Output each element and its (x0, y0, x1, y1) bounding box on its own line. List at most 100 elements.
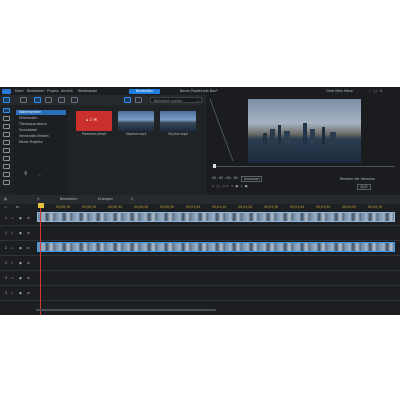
create-tab[interactable]: Erzeugen (98, 197, 113, 201)
visibility-icon[interactable]: ◉ (19, 246, 22, 250)
menu-file[interactable]: Datei (15, 89, 24, 93)
storyboard-icon[interactable]: ⎘ (131, 197, 134, 201)
category-item[interactable]: Meine Projekte (16, 140, 66, 145)
fit-dropdown[interactable]: Anpassen (241, 176, 263, 182)
visibility-icon[interactable]: ◉ (19, 231, 22, 235)
premium-icons: ⌂ ♪ ✉ (86, 117, 97, 122)
ruler-tick: 00;01;10 (212, 205, 227, 209)
lock-icon[interactable]: ⊡ (27, 261, 30, 265)
track-row: 2 ♪ ◉ ⊡ (0, 256, 400, 271)
tag-icon[interactable]: ⚲ (24, 172, 28, 177)
lock-icon[interactable]: ⊡ (27, 246, 30, 250)
tag-menu-icon[interactable]: ⋯ (38, 173, 41, 177)
filter-button[interactable] (58, 97, 65, 103)
track-number: 1 (5, 231, 8, 235)
track-settings-icon[interactable]: ⊟ (16, 205, 19, 209)
search-icon[interactable]: ⌕ (197, 99, 199, 103)
timeline-view-icon[interactable]: ▤ (4, 197, 7, 201)
menu-view[interactable]: Ansicht (61, 89, 73, 93)
media-thumbnail[interactable] (160, 111, 196, 131)
track-menu-icon[interactable]: ▭ (4, 205, 7, 209)
ruler-tick: 00;02;00 (342, 205, 357, 209)
view-list-button[interactable] (45, 97, 52, 103)
timeline-playhead[interactable] (40, 204, 41, 315)
close-icon[interactable]: ✕ (380, 89, 383, 93)
quality-dropdown[interactable]: 2D/3 (357, 184, 371, 190)
module-icon-column (0, 105, 14, 195)
video-clip[interactable] (37, 212, 395, 222)
preview-scrubber[interactable] (212, 166, 395, 168)
library-search-input[interactable]: Bibliothek suchen ⌕ (150, 97, 202, 103)
visibility-icon[interactable]: ◉ (19, 291, 22, 295)
video-track-icon[interactable]: ▭ (11, 216, 14, 220)
view-grid-button[interactable] (34, 97, 41, 103)
video-track-icon[interactable]: ▭ (11, 276, 14, 280)
menu-edit[interactable]: Bearbeiten (27, 89, 45, 93)
color-correction-icon[interactable] (3, 164, 10, 169)
transition-room-icon[interactable] (3, 132, 10, 137)
lock-icon[interactable]: ⊡ (27, 291, 30, 295)
particle-room-icon[interactable] (3, 148, 10, 153)
premium-content-thumbnail[interactable]: ⌂ ♪ ✉ (76, 111, 112, 131)
edit-tab[interactable]: Bearbeiten (60, 197, 78, 201)
render-preview-button[interactable]: Rendern der Vorschau (340, 177, 375, 181)
timeline-ruler[interactable]: 00;00;10 00;00;20 00;00;30 00;00;40 00;0… (36, 204, 400, 211)
visibility-icon[interactable]: ◉ (19, 276, 22, 280)
menu-plugins[interactable]: Plugins (47, 89, 58, 93)
category-item[interactable]: Stammordner (16, 110, 66, 115)
pip-room-icon[interactable] (3, 140, 10, 145)
video-track-icon[interactable]: ▭ (11, 246, 14, 250)
lock-icon[interactable]: ⊡ (27, 231, 30, 235)
lock-icon[interactable]: ⊡ (27, 276, 30, 280)
cut-icon[interactable]: ✕ (37, 197, 40, 201)
ruler-tick: 00;01;50 (316, 205, 331, 209)
edit-mode-button[interactable]: Bearbeiten (129, 88, 160, 94)
ruler-tick: 00;00;30 (108, 205, 123, 209)
media-caption: Premium-Inhalt (81, 132, 107, 136)
audio-track-icon[interactable]: ♪ (11, 291, 13, 295)
title-room-icon[interactable] (3, 124, 10, 129)
user-name[interactable]: Clear Moin Mena (326, 89, 353, 93)
scrubber-handle-icon[interactable] (213, 164, 216, 168)
maximize-icon[interactable]: □ (374, 89, 377, 93)
fullscreen-icon[interactable]: ▣ (245, 184, 250, 188)
visibility-icon[interactable]: ◉ (19, 261, 22, 265)
search-placeholder: Bibliothek suchen (154, 98, 183, 103)
visibility-icon[interactable]: ◉ (19, 216, 22, 220)
category-item[interactable]: Verwandte-Medien (16, 134, 66, 139)
chapter-room-icon[interactable] (3, 172, 10, 177)
sort-button[interactable] (71, 97, 78, 103)
menu-playback[interactable]: Wiedergabe (78, 89, 97, 93)
track-header-bar: ▭ ⊟ (0, 204, 36, 211)
track-number: 2 (5, 261, 8, 265)
media-room-button[interactable] (3, 97, 10, 103)
import-button[interactable] (20, 97, 27, 103)
ruler-tick: 00;01;00 (186, 205, 201, 209)
minimize-icon[interactable]: – (369, 89, 371, 93)
audio-track-icon[interactable]: ♪ (11, 261, 13, 265)
preview-video-frame[interactable] (248, 99, 361, 163)
category-item[interactable]: Titelsequenzbuch (16, 122, 66, 127)
audio-track-icon[interactable]: ♪ (11, 231, 13, 235)
track-number: 3 (5, 276, 8, 280)
video-clip[interactable] (37, 242, 395, 252)
ruler-tick: 00;00;10 (56, 205, 71, 209)
category-item[interactable]: Fehlmedien (16, 116, 66, 121)
timeline-horizontal-scrollbar[interactable] (36, 309, 216, 311)
ruler-tick: 00;02;10 (368, 205, 383, 209)
ruler-tick: 00;01;40 (290, 205, 305, 209)
media-room-icon[interactable] (3, 108, 10, 113)
window-controls: – □ ✕ (366, 89, 382, 93)
ruler-tick: 00;00;40 (134, 205, 149, 209)
playhead-marker-icon[interactable] (37, 203, 44, 208)
library-category-list: Stammordner Fehlmedien Titelsequenzbuch … (14, 105, 68, 195)
category-item[interactable]: Sounddatei (16, 128, 66, 133)
library-settings-button[interactable] (135, 97, 142, 103)
app-window: Datei Bearbeiten Plugins Ansicht Wiederg… (0, 87, 400, 315)
media-thumbnail[interactable] (118, 111, 154, 131)
subtitle-room-icon[interactable] (3, 180, 10, 185)
library-menu-button[interactable] (124, 97, 131, 103)
audio-mixing-icon[interactable] (3, 156, 10, 161)
lock-icon[interactable]: ⊡ (27, 216, 30, 220)
effects-room-icon[interactable] (3, 116, 10, 121)
